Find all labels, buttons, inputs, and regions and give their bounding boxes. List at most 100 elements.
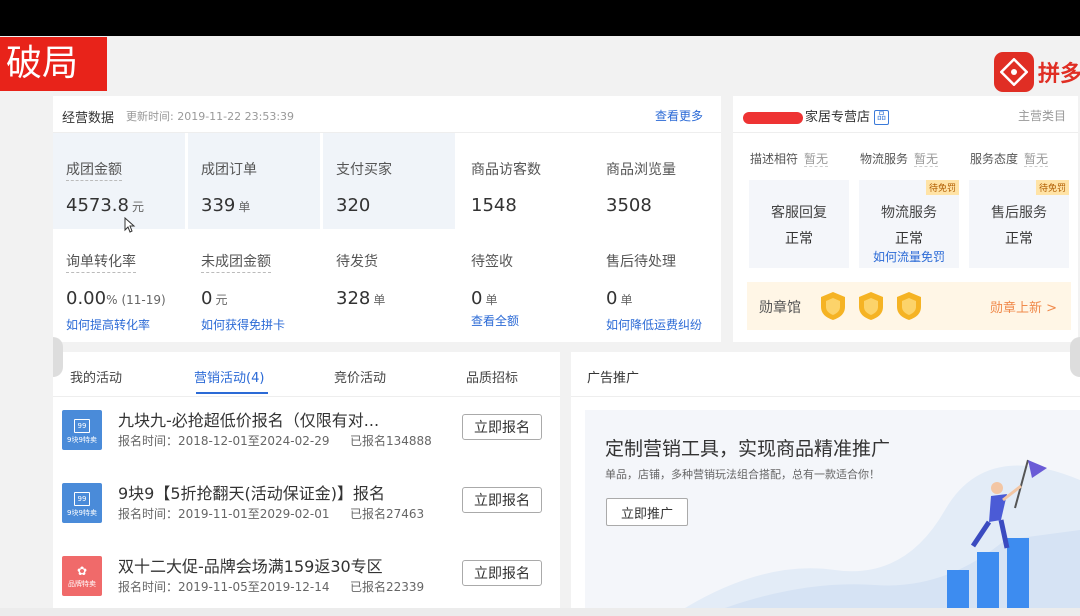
update-time: 更新时间: 2019-11-22 23:53:39 (126, 110, 295, 123)
view-amount-link[interactable]: 查看全额 (471, 312, 519, 329)
main-category: 主营类目 (1017, 109, 1066, 123)
shop-name[interactable]: 家居专营店品 (743, 106, 890, 125)
medal-hall-label: 勋章馆 (759, 300, 801, 316)
activities-panel: 我的活动 营销活动(4) 竞价活动 品质招标 99 9块9特卖 九块九-必抢超低价… (53, 352, 560, 608)
pending-tag: 待免罚 (925, 180, 959, 195)
service-logistics: 待免罚 物流服务 正常 如何流量免罚 (859, 180, 959, 268)
view-more-link[interactable]: 查看更多 (655, 107, 703, 124)
score-description: 描述相符 暂无 (750, 152, 829, 167)
activity-count: 已报名134888 (350, 434, 432, 448)
medal-icon (897, 292, 921, 320)
service-label: 客服回复 (771, 205, 827, 221)
reduce-freight-dispute-link[interactable]: 如何降低运费纠纷 (606, 316, 702, 333)
metric-value: 1548 (471, 195, 517, 216)
metric-label: 询单转化率 (66, 251, 136, 273)
service-label: 物流服务 (881, 205, 937, 221)
metric-value: 4573.8 元 (66, 195, 144, 216)
service-label: 售后服务 (991, 205, 1047, 221)
service-customer-reply: 客服回复 正常 (749, 180, 849, 268)
activity-icon: 99 9块9特卖 (62, 483, 102, 523)
pinduoduo-logo[interactable]: 拼多 (994, 52, 1080, 92)
metric-value: 0元 (201, 288, 228, 309)
operations-data-panel: 经营数据 更新时间: 2019-11-22 23:53:39 查看更多 成团金额… (53, 96, 721, 342)
activity-count: 已报名22339 (350, 580, 425, 594)
score-attitude: 服务态度 暂无 (970, 152, 1049, 167)
metric-label: 成团订单 (201, 162, 257, 178)
pending-tag: 待免罚 (1035, 180, 1069, 195)
metric-value: 0单 (606, 288, 633, 309)
metric-paying-buyers: 支付买家 320 (323, 133, 455, 229)
service-status: 正常 (785, 231, 813, 247)
activity-icon: ✿ 品牌特卖 (62, 556, 102, 596)
service-status: 正常 (895, 231, 923, 247)
list-item: ✿ 品牌特卖 双十二大促-品牌会场满159返30专区 报名时间：2019-11-0… (53, 556, 560, 616)
ads-promo-box: 定制营销工具，实现商品精准推广 单品，店铺，多种营销玩法组合搭配，总有一款适合你… (585, 410, 1080, 608)
service-after-sales: 待免罚 售后服务 正常 (969, 180, 1069, 268)
metric-product-views: 商品浏览量 3508 (593, 133, 725, 229)
activity-time: 报名时间：2019-11-01至2029-02-01 (118, 507, 330, 521)
new-medals-link[interactable]: 勋章上新 > (990, 297, 1057, 316)
shop-header: 家居专营店品 主营类目 (733, 96, 1078, 133)
active-tab-indicator (196, 392, 268, 394)
signup-button[interactable]: 立即报名 (462, 560, 542, 586)
tab-bidding-activities[interactable]: 竞价活动 (334, 367, 386, 386)
metric-label: 商品浏览量 (606, 162, 676, 178)
metric-to-sign: 待签收 0单 查看全额 (458, 236, 590, 332)
signup-button[interactable]: 立即报名 (462, 487, 542, 513)
metric-value: 320 (336, 195, 371, 216)
metric-label: 支付买家 (336, 162, 392, 178)
metric-value: 328 单 (336, 288, 386, 309)
tab-quality-bidding[interactable]: 品质招标 (466, 367, 518, 386)
metric-label: 成团金额 (66, 159, 122, 181)
operations-title: 经营数据 (62, 111, 115, 126)
metric-value: 0单 (471, 288, 498, 309)
shop-panel: 家居专营店品 主营类目 描述相符 暂无 物流服务 暂无 服务态度 暂无 客服回复 正常… (733, 96, 1078, 342)
metric-label: 待签收 (471, 254, 513, 270)
brand-label: 破局 (0, 37, 107, 91)
pinduoduo-logo-icon (994, 52, 1034, 92)
list-item: 99 9块9特卖 9块9【5折抢翻天(活动保证金)】报名 报名时间：2019-11… (53, 483, 560, 543)
video-top-bar (0, 0, 1080, 36)
medal-icon (821, 292, 845, 320)
metric-unformed-amount: 未成团金额 0元 如何获得免拼卡 (188, 236, 320, 332)
activity-title[interactable]: 九块九-必抢超低价报名（仅限有对... (118, 407, 379, 431)
metric-after-sales: 售后待处理 0单 如何降低运费纠纷 (593, 236, 725, 332)
redacted-mark (743, 111, 803, 124)
ads-panel: 广告推广 定制营销工具，实现商品精准推广 单品，店铺，多种营销玩法组合搭配，总有… (571, 352, 1080, 608)
medal-icon (859, 292, 883, 320)
metric-label: 未成团金额 (201, 251, 271, 273)
ads-title: 广告推广 (587, 371, 640, 386)
logo-text: 拼多 (1038, 62, 1080, 87)
activity-tabs: 我的活动 营销活动(4) 竞价活动 品质招标 (53, 352, 560, 397)
metric-group-amount: 成团金额 4573.8 元 (53, 133, 185, 229)
metric-to-ship: 待发货 328 单 (323, 236, 455, 332)
activity-count: 已报名27463 (350, 507, 425, 521)
service-status: 正常 (1005, 231, 1033, 247)
activity-title[interactable]: 9块9【5折抢翻天(活动保证金)】报名 (118, 480, 385, 504)
mouse-cursor-icon (124, 217, 136, 233)
activity-icon: 99 9块9特卖 (62, 410, 102, 450)
traffic-exemption-link[interactable]: 如何流量免罚 (859, 248, 959, 265)
promote-now-button[interactable]: 立即推广 (606, 498, 688, 526)
list-item: 99 9块9特卖 九块九-必抢超低价报名（仅限有对... 报名时间：2018-12… (53, 410, 560, 470)
metric-label: 商品访客数 (471, 162, 541, 178)
metric-group-orders: 成团订单 339 单 (188, 133, 320, 229)
scroll-left-handle[interactable] (53, 337, 63, 377)
medal-hall[interactable]: 勋章馆 勋章上新 > (747, 282, 1071, 330)
tab-marketing-activities[interactable]: 营销活动(4) (194, 367, 264, 386)
tab-my-activities[interactable]: 我的活动 (70, 367, 122, 386)
free-group-card-link[interactable]: 如何获得免拼卡 (201, 316, 285, 333)
metric-value: 0.00% (11-19) (66, 288, 166, 309)
metric-label: 售后待处理 (606, 254, 676, 270)
scroll-right-handle[interactable] (1070, 337, 1080, 377)
metric-value: 3508 (606, 195, 652, 216)
operations-header: 经营数据 更新时间: 2019-11-22 23:53:39 查看更多 (53, 96, 721, 133)
metric-product-visitors: 商品访客数 1548 (458, 133, 590, 229)
signup-button[interactable]: 立即报名 (462, 414, 542, 440)
activity-title[interactable]: 双十二大促-品牌会场满159返30专区 (118, 553, 383, 577)
metric-label: 待发货 (336, 254, 378, 270)
metric-value: 339 单 (201, 195, 251, 216)
activity-time: 报名时间：2019-11-05至2019-12-14 (118, 580, 330, 594)
shop-badge-icon: 品 (874, 110, 890, 125)
improve-conversion-link[interactable]: 如何提高转化率 (66, 316, 150, 333)
